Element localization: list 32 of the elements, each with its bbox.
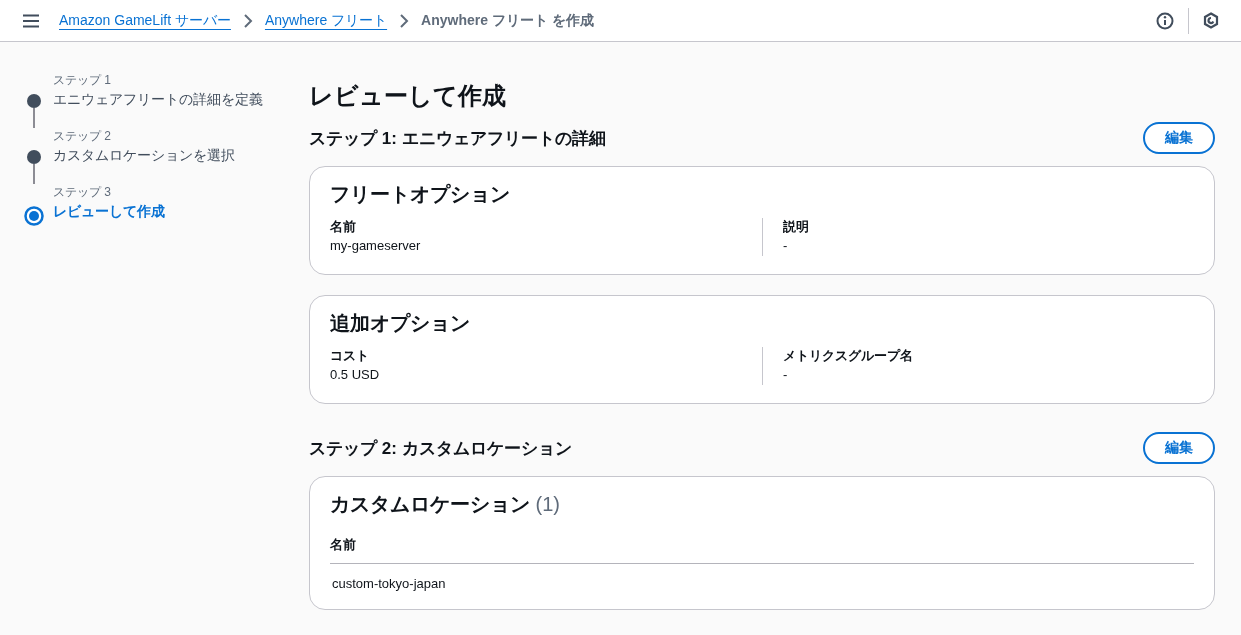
hexagon-icon[interactable] bbox=[1203, 12, 1219, 29]
field-value: - bbox=[783, 237, 789, 255]
field-label: 説明 bbox=[783, 218, 810, 236]
column-header: 名前 bbox=[330, 528, 1194, 564]
field-label: コスト bbox=[330, 347, 370, 365]
field-value: my-gameserver bbox=[330, 237, 422, 255]
field-value: - bbox=[783, 366, 789, 384]
step-number: ステップ 3 bbox=[53, 184, 112, 200]
breadcrumb-link[interactable]: Anywhere フリート bbox=[264, 11, 388, 30]
breadcrumb-link[interactable]: Amazon GameLift サーバー bbox=[59, 11, 231, 30]
breadcrumb-current: Anywhere フリート を作成 bbox=[421, 11, 594, 30]
info-icon[interactable] bbox=[1156, 11, 1174, 30]
step-title[interactable]: レビューして作成 bbox=[53, 200, 285, 222]
chevron-icon bbox=[399, 13, 410, 28]
field-label: メトリクスグループ名 bbox=[783, 347, 914, 365]
table-cell-text: custom-tokyo-japan bbox=[331, 575, 447, 591]
step-number: ステップ 1 bbox=[53, 72, 112, 88]
section-heading: ステップ 1: エニウェアフリートの詳細 bbox=[309, 127, 606, 150]
card-title: 追加オプション bbox=[330, 311, 471, 336]
field-label: 名前 bbox=[330, 218, 357, 236]
card-title: カスタムロケーション (1) bbox=[330, 492, 561, 517]
page-title: レビューして作成 bbox=[309, 81, 507, 111]
step-title[interactable]: カスタムロケーションを選択 bbox=[53, 144, 285, 166]
chevron-icon bbox=[242, 13, 253, 28]
edit-button[interactable]: 編集 bbox=[1143, 122, 1215, 154]
field-value: 0.5 USD bbox=[330, 366, 381, 384]
step-title[interactable]: エニウェアフリートの詳細を定義 bbox=[53, 88, 285, 110]
edit-button[interactable]: 編集 bbox=[1143, 432, 1215, 464]
menu-icon[interactable] bbox=[23, 13, 39, 28]
step-number: ステップ 2 bbox=[53, 128, 112, 144]
section-heading: ステップ 2: カスタムロケーション bbox=[309, 437, 572, 460]
card-title: フリートオプション bbox=[330, 182, 511, 207]
